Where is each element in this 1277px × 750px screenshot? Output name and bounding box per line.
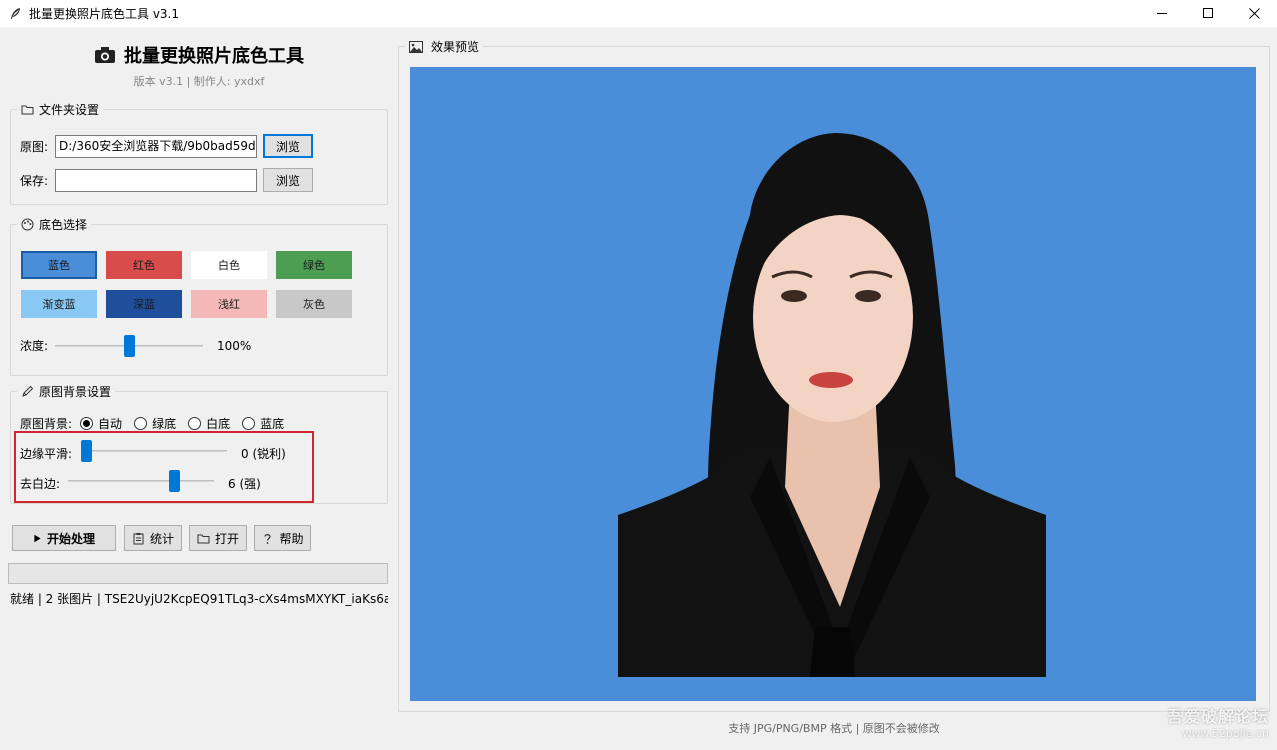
- radio-dot[interactable]: [134, 417, 148, 430]
- radio-dot[interactable]: [80, 417, 94, 430]
- radio-dot[interactable]: [242, 417, 256, 430]
- status-text: 就绪 | 2 张图片 | TSE2UyjU2KcpEQ91TLq3-cXs4ms…: [10, 592, 388, 606]
- color-swatch[interactable]: 深蓝: [106, 290, 182, 318]
- density-slider[interactable]: [55, 334, 203, 358]
- window-title: 批量更换照片底色工具 v3.1: [29, 7, 180, 21]
- preview-image: [410, 67, 1256, 701]
- feather-icon: [11, 7, 20, 19]
- bg-settings-label: 原图背景设置: [17, 383, 116, 400]
- clipboard-icon: [133, 532, 144, 544]
- stats-button[interactable]: 统计: [124, 525, 182, 551]
- close-button[interactable]: [1231, 0, 1277, 27]
- folder-icon: [21, 105, 34, 115]
- minimize-button[interactable]: [1139, 0, 1185, 27]
- color-swatch[interactable]: 红色: [106, 251, 182, 279]
- app-title: 批量更换照片底色工具: [0, 42, 398, 68]
- watermark-line2: www.52pojie.cn: [1182, 727, 1269, 740]
- bg-source-radio[interactable]: 自动: [80, 415, 122, 432]
- watermark: 吾爱破解论坛 www.52pojie.cn: [1167, 703, 1269, 740]
- bg-source-radio[interactable]: 蓝底: [242, 415, 284, 432]
- close-icon: [1248, 8, 1260, 19]
- format-note: 支持 JPG/PNG/BMP 格式 | 原图不会被修改: [728, 722, 940, 735]
- pen-icon: [22, 385, 34, 397]
- maximize-icon: [1202, 8, 1213, 18]
- radio-label: 白底: [206, 417, 231, 431]
- color-swatch[interactable]: 渐变蓝: [21, 290, 97, 318]
- minimize-icon: [1156, 13, 1167, 14]
- portrait-illustration: [618, 133, 1046, 677]
- radio-label: 自动: [98, 417, 123, 431]
- source-label: 原图:: [20, 139, 49, 154]
- question-icon: [264, 533, 272, 544]
- folder-settings-label: 文件夹设置: [17, 101, 104, 118]
- title-bar: 批量更换照片底色工具 v3.1: [0, 0, 1277, 27]
- save-row: 保存: 浏览: [20, 168, 313, 192]
- radio-label: 绿底: [152, 417, 177, 431]
- color-select-label: 底色选择: [17, 216, 92, 233]
- bg-source-label: 原图背景:: [20, 417, 73, 431]
- bg-source-row: 原图背景: 自动 绿底 白底 蓝底: [20, 415, 296, 432]
- portrait-lips: [809, 372, 853, 388]
- palette-icon: [21, 218, 34, 231]
- folder-settings-group: 文件夹设置 原图: D:/360安全浏览器下载/9b0bad59d 浏览 保存:…: [10, 101, 388, 205]
- save-label: 保存:: [20, 173, 49, 188]
- watermark-line1: 吾爱破解论坛: [1166, 707, 1269, 726]
- density-label: 浓度:: [20, 339, 49, 353]
- open-button[interactable]: 打开: [189, 525, 247, 551]
- bg-source-radio[interactable]: 绿底: [134, 415, 176, 432]
- save-path-input[interactable]: [55, 168, 257, 192]
- start-button[interactable]: 开始处理: [12, 525, 116, 551]
- preview-label: 效果预览: [405, 38, 484, 55]
- source-path-input[interactable]: D:/360安全浏览器下载/9b0bad59d: [55, 134, 257, 158]
- bg-source-options: 自动 绿底 白底 蓝底: [80, 415, 296, 432]
- color-swatch[interactable]: 白色: [191, 251, 267, 279]
- radio-label: 蓝底: [260, 417, 285, 431]
- save-browse-button[interactable]: 浏览: [263, 168, 313, 192]
- color-swatch[interactable]: 绿色: [276, 251, 352, 279]
- app-title-text: 批量更换照片底色工具: [124, 46, 304, 67]
- source-browse-button[interactable]: 浏览: [263, 134, 313, 158]
- radio-dot[interactable]: [188, 417, 202, 430]
- color-swatch[interactable]: 浅红: [191, 290, 267, 318]
- annotation-highlight-box: [14, 431, 314, 503]
- maximize-button[interactable]: [1185, 0, 1231, 27]
- source-row: 原图: D:/360安全浏览器下载/9b0bad59d 浏览: [20, 134, 313, 158]
- progress-bar: [8, 563, 388, 584]
- color-swatch[interactable]: 蓝色: [21, 251, 97, 279]
- density-value: 100%: [217, 339, 252, 353]
- help-button[interactable]: 帮助: [254, 525, 311, 551]
- version-line: 版本 v3.1 | 制作人: yxdxf: [133, 75, 265, 88]
- image-icon: [409, 40, 423, 53]
- density-row: 浓度:: [20, 337, 48, 354]
- density-thumb[interactable]: [124, 335, 135, 357]
- bg-source-radio[interactable]: 白底: [188, 415, 230, 432]
- folder-open-icon: [197, 534, 210, 543]
- play-icon: [34, 534, 41, 542]
- color-select-group: 底色选择 蓝色 红色 白色 绿色渐变蓝 深蓝 浅红 灰色 浓度: 100%: [10, 216, 388, 376]
- camera-icon: [95, 47, 115, 63]
- color-swatch[interactable]: 灰色: [276, 290, 352, 318]
